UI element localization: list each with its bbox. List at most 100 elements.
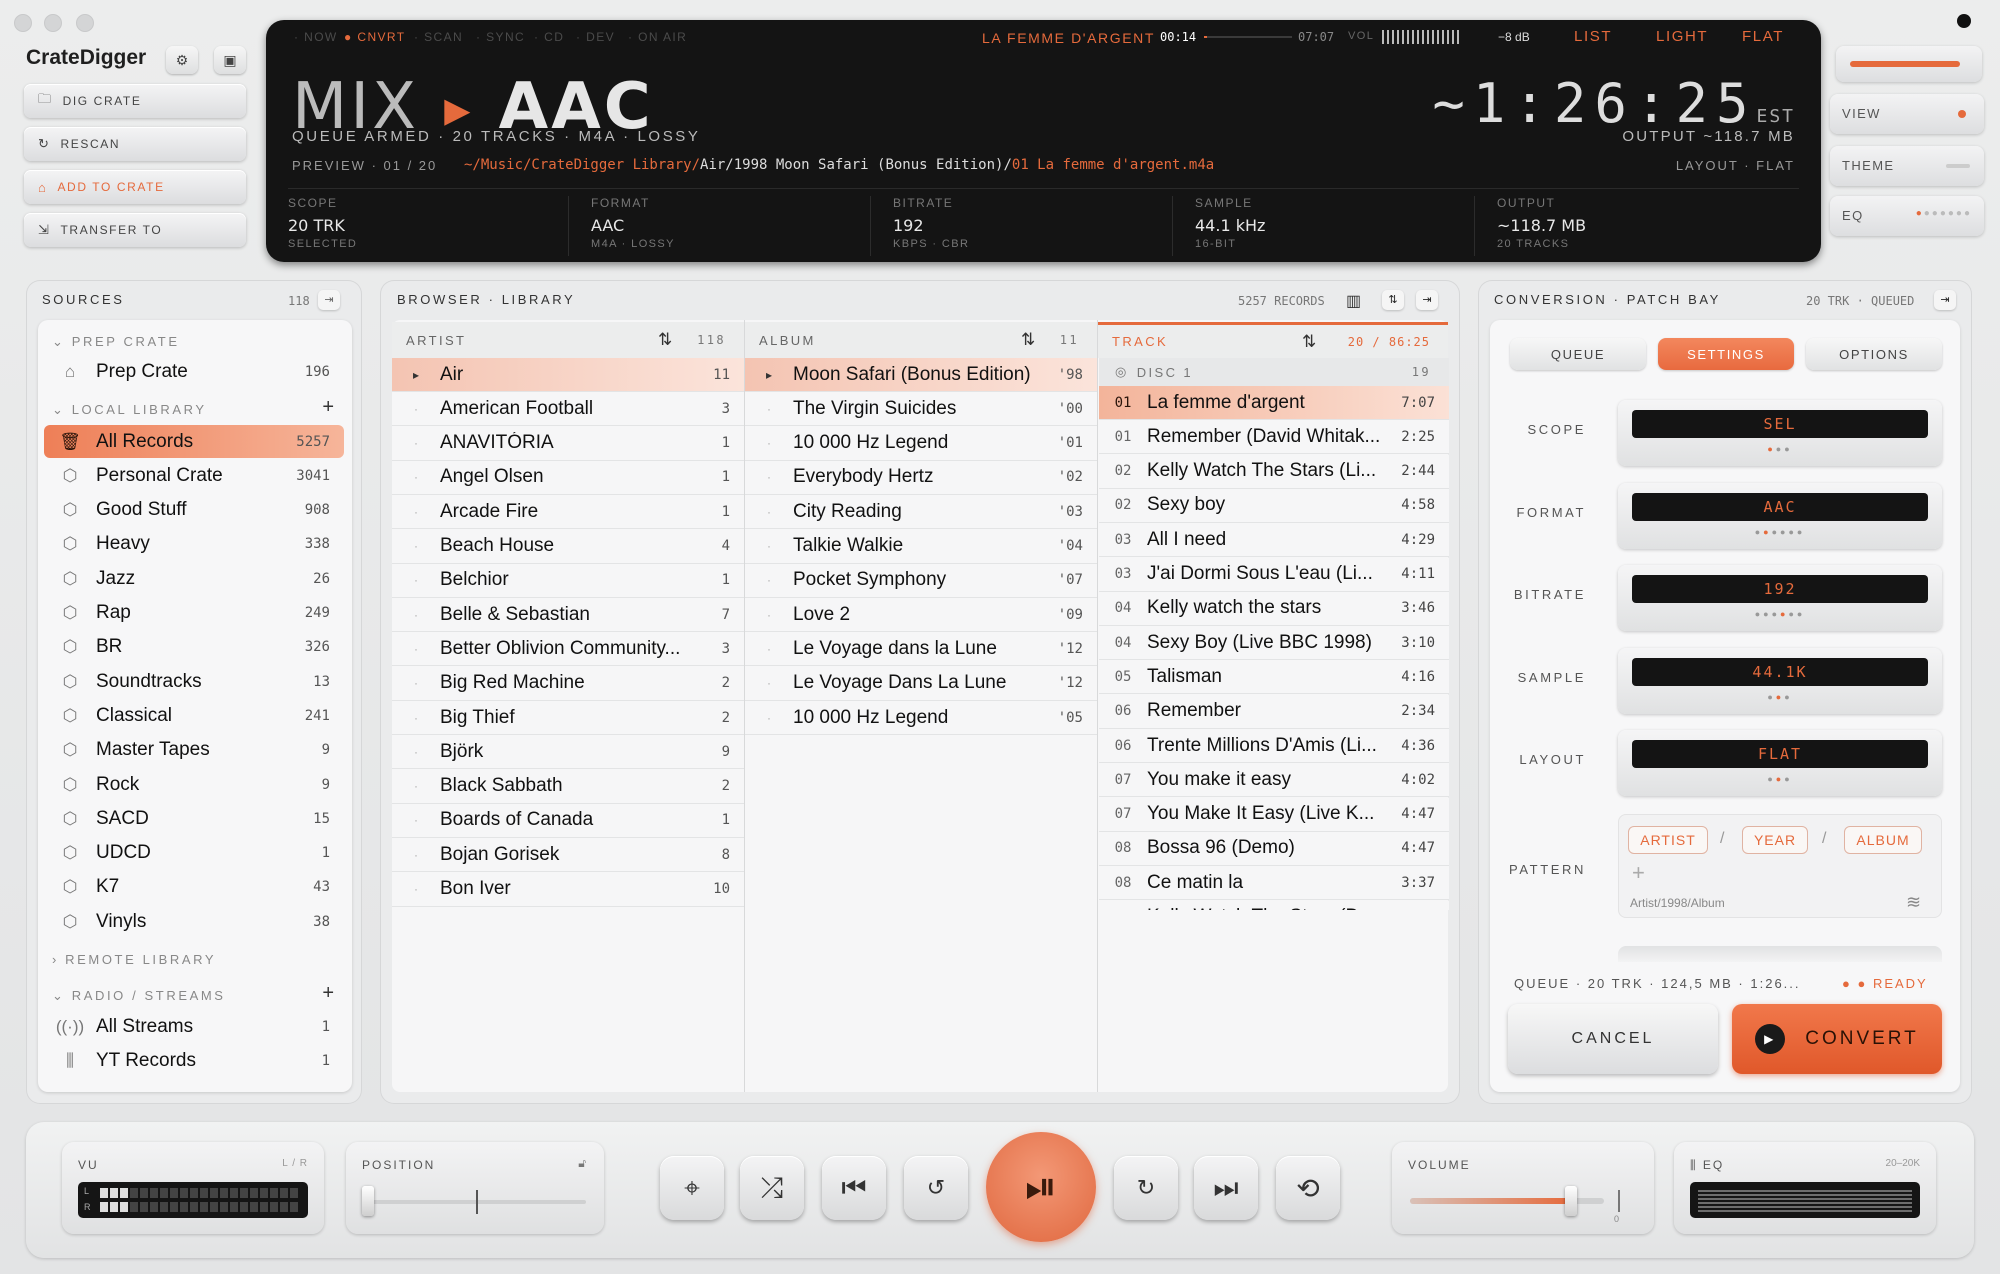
source-vinyls[interactable]: ⬡ Vinyls 38 (44, 905, 344, 938)
option-dots: ●●● (1767, 444, 1793, 454)
track-row[interactable]: 06 Remember 2:34 (1099, 694, 1449, 729)
option-dots: ●●● (1767, 774, 1793, 784)
track-column-header[interactable]: TRACK ⇅ 20 / 86:25 (1098, 322, 1448, 358)
track-row[interactable]: 04 Sexy Boy (Live BBC 1998) 3:10 (1099, 626, 1449, 661)
rewind-10-button[interactable]: ↺ (904, 1156, 968, 1220)
columns-view-icon[interactable]: ▥ (1346, 291, 1361, 311)
minimize-traffic-light[interactable] (44, 14, 62, 32)
add-to-crate-button[interactable]: ⌂ ADD TO CRATE (24, 170, 246, 204)
next-button[interactable]: ⏭ (1194, 1156, 1258, 1220)
play-icon: ▶ (1755, 1024, 1786, 1054)
play-pause-button[interactable]: ⏯ (986, 1132, 1096, 1242)
track-row[interactable]: 08 Ce matin la 3:37 (1099, 866, 1449, 901)
accent-slider[interactable] (1836, 46, 1982, 82)
collapse-sources-button[interactable]: ⇥ (318, 290, 340, 310)
previous-button[interactable]: ⏮ (822, 1156, 886, 1220)
playback-progress[interactable] (1204, 36, 1292, 38)
lcd-cell-sample: SAMPLE 44.1 kHz 16-BIT (1172, 196, 1472, 256)
unlock-icon: 🔓︎ (578, 1156, 586, 1170)
source-yt-records[interactable]: ⫼ YT Records 1 (44, 1044, 344, 1077)
locate-button[interactable]: ⌖ (660, 1156, 724, 1220)
artist-column-header[interactable]: ARTIST ⇅ 118 (392, 322, 744, 358)
add-stream-button[interactable]: + (322, 982, 334, 1005)
status-dot-icon (1957, 14, 1971, 28)
track-row[interactable]: 04 Kelly watch the stars 3:46 (1099, 591, 1449, 626)
elapsed-time: 00:14 (1160, 30, 1197, 44)
eq-toggle[interactable]: EQ ●●●●●●● (1830, 196, 1984, 236)
param-sample-selector[interactable]: 44.1K ●●● (1618, 647, 1942, 714)
pattern-chip-album[interactable]: ALBUM (1844, 826, 1922, 854)
theme-toggle[interactable]: THEME (1830, 146, 1984, 186)
crosshair-icon: ⌖ (684, 1171, 700, 1203)
source-all-streams[interactable]: ((·)) All Streams 1 (44, 1010, 344, 1043)
cancel-button[interactable]: CANCEL (1508, 1004, 1718, 1074)
param-format-selector[interactable]: AAC ●●●●●● (1618, 482, 1942, 549)
close-traffic-light[interactable] (14, 14, 32, 32)
zoom-traffic-light[interactable] (76, 14, 94, 32)
option-dots: ●●●●●● (1754, 609, 1806, 619)
view-toggle[interactable]: VIEW (1830, 94, 1984, 134)
total-time: 07:07 (1298, 30, 1335, 44)
pattern-chip-year[interactable]: YEAR (1742, 826, 1808, 854)
lcd-subtitle: QUEUE ARMED · 20 TRACKS · M4A · LOSSY (292, 128, 701, 145)
mode-flat[interactable]: FLAT (1742, 28, 1784, 45)
status-cd: · CD (534, 30, 565, 44)
conversion-title: CONVERSION · PATCH BAY (1494, 292, 1721, 307)
tab-queue[interactable]: QUEUE (1510, 338, 1646, 370)
lcd-display: · NOW ● CNVRT · SCAN · SYNC · CD · DEV · ON AI… (266, 20, 1821, 262)
track-row[interactable]: 05 Talisman 4:16 (1099, 660, 1449, 695)
mode-light[interactable]: LIGHT (1656, 28, 1708, 45)
crate-icon: ⌂ (38, 179, 48, 195)
window-button[interactable]: ▣ (214, 46, 246, 74)
repeat-icon: ⟲ (1296, 1172, 1320, 1204)
track-row[interactable]: 03 All I need 4:29 (1099, 523, 1449, 558)
track-row[interactable]: 02 Sexy boy 4:58 (1099, 488, 1449, 523)
position-handle[interactable] (362, 1186, 374, 1216)
track-row[interactable]: 07 You Make It Easy (Live K... 4:47 (1099, 797, 1449, 832)
volume-handle[interactable] (1565, 1186, 1578, 1216)
transfer-to-button[interactable]: ⇲ TRANSFER TO (24, 213, 246, 247)
track-row[interactable]: 01 Remember (David Whitak... 2:25 (1099, 420, 1449, 455)
collapse-browser-button[interactable]: ⇥ (1416, 290, 1438, 310)
sort-button[interactable]: ⇅ (1382, 290, 1404, 310)
param-layout-selector[interactable]: FLAT ●●● (1618, 730, 1942, 796)
tab-options[interactable]: OPTIONS (1806, 338, 1942, 370)
track-row[interactable]: 01 La femme d'argent 7:07 (1099, 386, 1449, 420)
collapse-conversion-button[interactable]: ⇥ (1934, 290, 1956, 310)
track-row[interactable]: 07 You make it easy 4:02 (1099, 763, 1449, 798)
param-bitrate-selector[interactable]: 192 ●●●●●● (1618, 565, 1942, 631)
track-row[interactable]: 02 Kelly Watch The Stars (Li... 2:44 (1099, 454, 1449, 489)
tab-settings[interactable]: SETTINGS (1658, 338, 1794, 370)
pattern-chip-artist[interactable]: ARTIST (1628, 826, 1708, 854)
param-scope-selector[interactable]: SEL ●●● (1618, 400, 1942, 466)
volume-db: −8 dB (1498, 30, 1530, 44)
radio-icon: ((·)) (55, 1016, 85, 1036)
sources-title: SOURCES (42, 292, 125, 307)
settings-button[interactable]: ⚙ (166, 46, 198, 74)
status-dev: · DEV (576, 30, 616, 44)
lcd-cell-output: OUTPUT ~118.7 MB 20 TRACKS (1474, 196, 1774, 256)
album-column-header[interactable]: ALBUM ⇅ 11 (745, 322, 1097, 358)
folder-icon: 🗀 (38, 91, 53, 106)
param-label-layout: LAYOUT (1519, 752, 1586, 767)
forward-10-button[interactable]: ↻ (1114, 1156, 1178, 1220)
section-radio-streams[interactable]: ⌄ RADIO / STREAMS (52, 988, 226, 1004)
track-row[interactable]: 06 Trente Millions D'Amis (Li... 4:36 (1099, 729, 1449, 763)
add-pattern-token-button[interactable]: + (1632, 860, 1645, 886)
repeat-button[interactable]: ⟲ (1276, 1156, 1340, 1220)
lcd-cell-bitrate: BITRATE 192 KBPS · CBR (870, 196, 1170, 256)
section-prep-crate[interactable]: ⌄ PREP CRATE (52, 334, 180, 350)
convert-button[interactable]: ▶ CONVERT (1732, 1004, 1942, 1074)
rescan-button[interactable]: ↻ RESCAN (24, 127, 246, 161)
section-remote-library[interactable]: › REMOTE LIBRARY (52, 952, 216, 967)
track-row[interactable]: 08 Bossa 96 (Demo) 4:47 (1099, 831, 1449, 866)
forward-10-icon: ↻ (1136, 1175, 1156, 1200)
now-playing-title: LA FEMME D'ARGENT (982, 30, 1156, 46)
disc-icon: ◎ (1115, 364, 1129, 379)
option-dots: ●●● (1767, 691, 1793, 702)
track-row[interactable]: 03 J'ai Dormi Sous L'eau (Li... 4:11 (1099, 557, 1449, 592)
mode-list[interactable]: LIST (1574, 28, 1612, 45)
dig-crate-button[interactable]: 🗀 DIG CRATE (24, 84, 246, 118)
status-sync: · SYNC (476, 30, 526, 44)
shuffle-button[interactable]: ⤮ (740, 1156, 804, 1220)
